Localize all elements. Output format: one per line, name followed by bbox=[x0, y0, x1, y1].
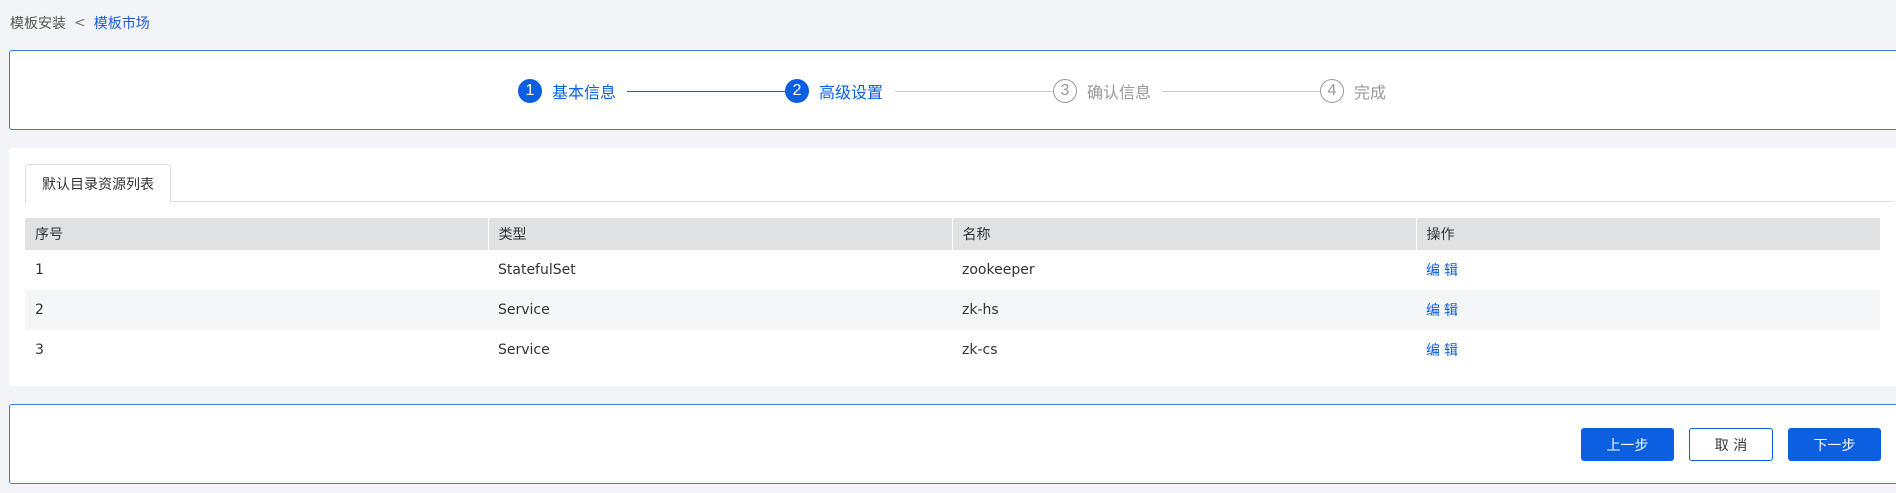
breadcrumb-parent[interactable]: 模板安装 bbox=[10, 13, 66, 33]
step-confirm-info: 3 确认信息 bbox=[1053, 79, 1151, 103]
step-connector-3 bbox=[1162, 91, 1320, 92]
breadcrumb-separator: < bbox=[74, 15, 86, 31]
cancel-button[interactable]: 取 消 bbox=[1689, 428, 1773, 461]
step-complete: 4 完成 bbox=[1320, 79, 1386, 103]
step-label-2: 高级设置 bbox=[819, 83, 884, 102]
steps-panel: 1 基本信息 2 高级设置 3 确认信息 4 完成 bbox=[9, 50, 1896, 130]
step-label-3: 确认信息 bbox=[1087, 83, 1152, 102]
footer-panel: 上一步 取 消 下一步 bbox=[9, 404, 1896, 484]
edit-link[interactable]: 编辑 bbox=[1416, 290, 1880, 330]
step-basic-info: 1 基本信息 bbox=[518, 79, 616, 103]
table-row: 2 Service zk-hs 编辑 bbox=[25, 290, 1880, 330]
table-header-row: 序号 类型 名称 操作 bbox=[25, 218, 1880, 250]
step-connector-1 bbox=[627, 91, 785, 92]
table-row: 3 Service zk-cs 编辑 bbox=[25, 330, 1880, 370]
cell-index: 2 bbox=[25, 290, 488, 330]
header-type: 类型 bbox=[488, 218, 953, 250]
header-name: 名称 bbox=[952, 218, 1417, 250]
step-number-3: 3 bbox=[1053, 79, 1077, 103]
header-index: 序号 bbox=[25, 218, 489, 250]
cell-name: zk-hs bbox=[952, 290, 1416, 330]
step-connector-2 bbox=[895, 91, 1053, 92]
cell-name: zookeeper bbox=[962, 262, 1035, 278]
breadcrumb-current[interactable]: 模板市场 bbox=[94, 13, 150, 33]
step-label-4: 完成 bbox=[1354, 83, 1387, 102]
cell-index: 3 bbox=[35, 342, 44, 358]
step-number-1: 1 bbox=[518, 79, 542, 103]
next-step-button[interactable]: 下一步 bbox=[1788, 428, 1881, 461]
header-action: 操作 bbox=[1416, 218, 1880, 250]
cell-name: zk-cs bbox=[962, 342, 998, 358]
resource-panel: 默认目录资源列表 序号 类型 名称 操作 1 StatefulSet zooke… bbox=[9, 148, 1896, 386]
cell-index: 1 bbox=[35, 262, 44, 278]
edit-link[interactable]: 编辑 bbox=[1416, 330, 1880, 370]
resource-table: 序号 类型 名称 操作 1 StatefulSet zookeeper 编辑 2… bbox=[25, 218, 1880, 370]
step-number-2: 2 bbox=[785, 79, 809, 103]
breadcrumb: 模板安装 < 模板市场 bbox=[10, 13, 150, 33]
edit-link[interactable]: 编辑 bbox=[1416, 250, 1880, 290]
cell-type: Service bbox=[488, 290, 952, 330]
tab-default-resources[interactable]: 默认目录资源列表 bbox=[25, 164, 171, 203]
tab-bar: 默认目录资源列表 bbox=[25, 164, 1894, 203]
cell-type: StatefulSet bbox=[498, 262, 576, 278]
step-advanced-settings: 2 高级设置 bbox=[785, 79, 883, 103]
step-number-4: 4 bbox=[1320, 79, 1344, 103]
table-row: 1 StatefulSet zookeeper 编辑 bbox=[25, 250, 1880, 290]
cell-type: Service bbox=[498, 342, 550, 358]
step-label-1: 基本信息 bbox=[552, 83, 617, 102]
prev-step-button[interactable]: 上一步 bbox=[1581, 428, 1674, 461]
